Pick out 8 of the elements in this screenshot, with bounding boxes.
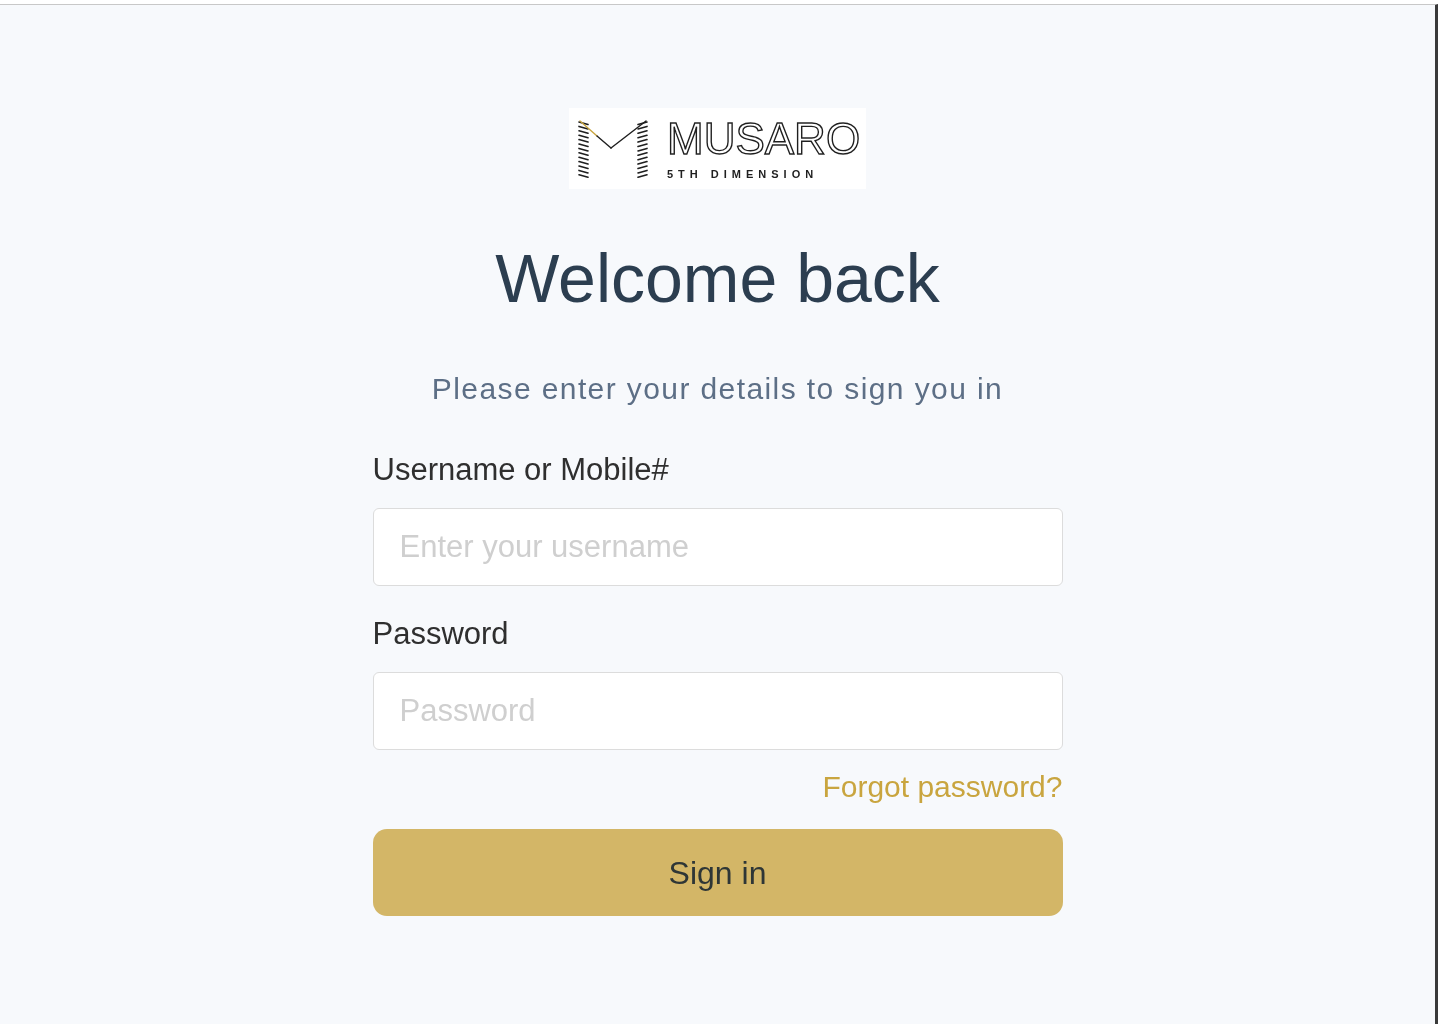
logo-tagline: 5TH DIMENSION	[667, 169, 820, 180]
m-monogram-icon	[577, 117, 649, 180]
subtitle: Please enter your details to sign you in	[431, 374, 1004, 404]
sign-in-button[interactable]: Sign in	[372, 829, 1063, 916]
logo-wordmark: MUSARO	[667, 117, 861, 161]
field-label: Password	[372, 618, 509, 649]
page-heading: Welcome back	[495, 244, 940, 312]
field-label: Username or Mobile#	[372, 454, 669, 485]
